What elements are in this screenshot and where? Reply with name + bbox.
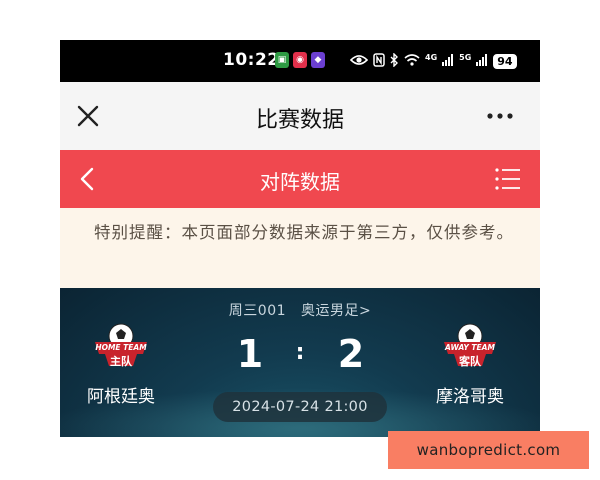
watermark: wanbopredict.com bbox=[388, 431, 589, 469]
network-4g-label: 4G bbox=[425, 52, 438, 62]
match-card: 周三001 奥运男足> HOME TEAM 主队 阿根廷奥 1 : 2 AWAY… bbox=[60, 288, 540, 437]
phone-screen: 10:22 ▣ ◉ ◆ 4G 5G 94 比赛数据 对阵数据 特别提醒：本页面部… bbox=[60, 40, 540, 437]
nfc-icon bbox=[373, 52, 385, 70]
disclaimer-notice: 特别提醒：本页面部分数据来源于第三方，仅供参考。 bbox=[60, 208, 540, 288]
away-badge-line1: AWAY TEAM bbox=[445, 343, 495, 352]
list-icon bbox=[495, 168, 520, 190]
battery-indicator: 94 bbox=[493, 53, 517, 69]
away-team-badge: AWAY TEAM 客队 bbox=[440, 320, 500, 370]
eye-icon bbox=[349, 54, 369, 69]
away-badge-line2: 客队 bbox=[459, 355, 481, 368]
away-team-name[interactable]: 摩洛哥奥 bbox=[420, 382, 520, 407]
home-team-badge: HOME TEAM 主队 bbox=[91, 320, 151, 370]
away-score: 2 bbox=[337, 332, 365, 376]
app-notification-icon: ◆ bbox=[311, 52, 325, 68]
home-badge-line2: 主队 bbox=[110, 355, 132, 368]
home-badge-line1: HOME TEAM bbox=[95, 343, 147, 352]
signal-icon bbox=[442, 53, 454, 69]
network-5g-label: 5G bbox=[459, 52, 472, 62]
match-info: 周三001 奥运男足> bbox=[60, 300, 540, 320]
status-bar: 10:22 ▣ ◉ ◆ 4G 5G 94 bbox=[60, 40, 540, 82]
app-notification-icon: ▣ bbox=[275, 52, 289, 68]
match-datetime: 2024-07-24 21:00 bbox=[213, 392, 387, 422]
menu-list-button[interactable] bbox=[494, 166, 522, 192]
title-bar: 比赛数据 bbox=[60, 82, 540, 150]
section-header: 对阵数据 bbox=[60, 150, 540, 208]
status-time: 10:22 bbox=[223, 50, 280, 70]
disclaimer-text: 特别提醒：本页面部分数据来源于第三方，仅供参考。 bbox=[94, 223, 514, 242]
page-title: 比赛数据 bbox=[255, 108, 344, 133]
bluetooth-icon bbox=[390, 51, 399, 70]
more-options-button[interactable] bbox=[482, 104, 518, 128]
match-number: 周三001 bbox=[228, 303, 287, 319]
section-title: 对阵数据 bbox=[260, 170, 340, 194]
app-notification-icon: ◉ bbox=[293, 52, 307, 68]
signal-icon bbox=[476, 53, 488, 69]
status-icons: 4G 5G 94 bbox=[349, 51, 517, 71]
score-separator: : bbox=[295, 340, 305, 365]
wifi-icon bbox=[404, 53, 420, 69]
more-dots-icon bbox=[487, 113, 513, 119]
home-team-name[interactable]: 阿根廷奥 bbox=[71, 382, 171, 407]
home-score: 1 bbox=[236, 332, 264, 376]
league-link[interactable]: 奥运男足> bbox=[301, 303, 371, 319]
